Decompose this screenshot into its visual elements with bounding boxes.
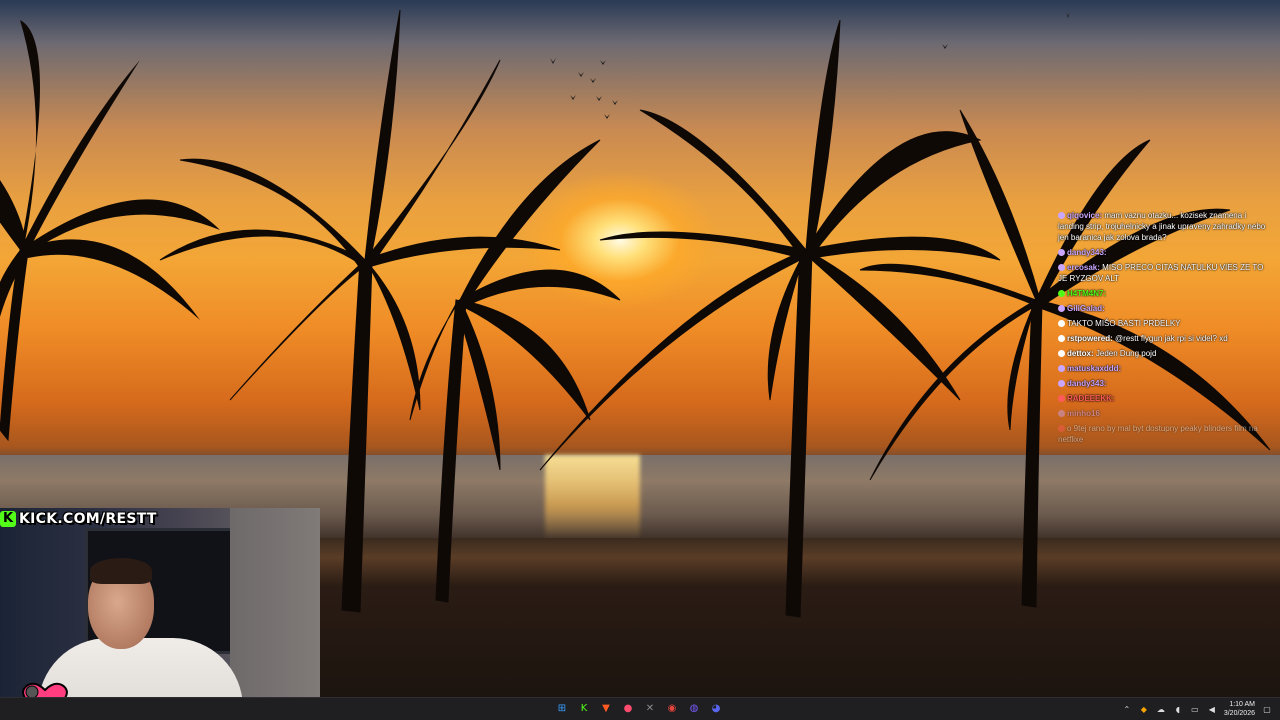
app-tray-icon[interactable]: ◆ — [1139, 704, 1149, 714]
chat-message: minho16 — [1058, 408, 1273, 419]
microphone-icon[interactable]: ◖ — [1173, 704, 1183, 714]
chat-message: GiliGalad: — [1058, 303, 1273, 314]
chat-badge-icon — [1058, 395, 1065, 402]
chevron-up-icon[interactable]: ⌃ — [1122, 704, 1132, 714]
chat-message: H4TM4N7: — [1058, 288, 1273, 299]
chat-message-text: o 9tej rano by mal byt dostupny peaky bl… — [1058, 424, 1258, 444]
chat-message: qiqovice: mam vaznu otazku... kozisek zn… — [1058, 210, 1273, 243]
kick-channel-banner: K KICK.COM/RESTT — [0, 509, 157, 529]
chat-overlay: qiqovice: mam vaznu otazku... kozisek zn… — [1058, 210, 1273, 449]
desktop-screen: qiqovice: mam vaznu otazku... kozisek zn… — [0, 0, 1280, 720]
chat-username[interactable]: H4TM4N7: — [1067, 289, 1106, 298]
cloud-icon[interactable]: ☁ — [1156, 704, 1166, 714]
chat-message: o 9tej rano by mal byt dostupny peaky bl… — [1058, 423, 1273, 445]
clock-date: 3/20/2026 — [1223, 710, 1255, 717]
kick-logo-icon: K — [0, 511, 16, 527]
background-wall — [230, 508, 320, 720]
chat-message-text: Jeden Dung pojd — [1095, 349, 1157, 358]
taskbar-clock[interactable]: 1:10 AM 3/20/2026 — [1224, 700, 1255, 718]
discord-app-icon[interactable]: ◕ — [708, 700, 724, 716]
chat-username[interactable]: GiliGalad: — [1067, 304, 1105, 313]
windows-taskbar: ⊞ K ▼ ● ✕ ◉ ◍ ◕ ⌃ ◆ ☁ ◖ ▭ ◀ 1:10 AM 3/20/2026 ▢ — [0, 697, 1280, 720]
chat-username[interactable]: dandy343: — [1067, 248, 1107, 257]
brave-browser-icon[interactable]: ▼ — [598, 700, 614, 716]
chat-username[interactable]: dettox: — [1067, 349, 1094, 358]
chat-badge-icon — [1058, 410, 1065, 417]
chrome-browser-icon[interactable]: ◉ — [664, 700, 680, 716]
chat-message: RADEEEKK: — [1058, 393, 1273, 404]
pin-app-icon[interactable]: ● — [620, 700, 636, 716]
taskbar-app-icons: ⊞ K ▼ ● ✕ ◉ ◍ ◕ — [554, 700, 724, 716]
chat-badge-icon — [1058, 335, 1065, 342]
chat-message: rstpowered: @restt flygun jak rpi si vid… — [1058, 333, 1273, 344]
webcam-feed — [0, 508, 320, 720]
chat-username[interactable]: matuskaxddd: — [1067, 364, 1121, 373]
chat-username[interactable]: ercosak: — [1067, 263, 1100, 272]
chat-message: dandy343: — [1058, 247, 1273, 258]
chat-badge-icon — [1058, 290, 1065, 297]
chat-badge-icon — [1058, 380, 1065, 387]
chat-username[interactable]: dandy343: — [1067, 379, 1107, 388]
chat-message: TAKTO MIŠO BASTI PRDELKY — [1058, 318, 1273, 329]
xbox-app-icon[interactable]: ✕ — [642, 700, 658, 716]
chat-badge-icon — [1058, 249, 1065, 256]
windows-start-icon[interactable]: ⊞ — [554, 700, 570, 716]
chat-username[interactable]: qiqovice: — [1067, 211, 1102, 220]
system-tray: ⌃ ◆ ☁ ◖ ▭ ◀ 1:10 AM 3/20/2026 ▢ — [1122, 700, 1272, 718]
chat-username[interactable]: minho16 — [1067, 409, 1100, 418]
chat-username[interactable]: RADEEEKK: — [1067, 394, 1115, 403]
obs-app-icon[interactable]: ◍ — [686, 700, 702, 716]
chat-badge-icon — [1058, 212, 1065, 219]
chat-message: ercosak: MISO PRECO CITAS NATULKU VIES Z… — [1058, 262, 1273, 284]
network-icon[interactable]: ▭ — [1190, 704, 1200, 714]
chat-badge-icon — [1058, 350, 1065, 357]
chat-badge-icon — [1058, 305, 1065, 312]
stream-url-label: KICK.COM/RESTT — [19, 511, 157, 527]
chat-message: dandy343: — [1058, 378, 1273, 389]
clock-time: 1:10 AM — [1229, 701, 1255, 708]
chat-badge-icon — [1058, 264, 1065, 271]
notification-bell-icon[interactable]: ▢ — [1262, 704, 1272, 714]
chat-badge-icon — [1058, 320, 1065, 327]
chat-message: matuskaxddd: — [1058, 363, 1273, 374]
chat-username[interactable]: rstpowered: — [1067, 334, 1113, 343]
volume-icon[interactable]: ◀ — [1207, 704, 1217, 714]
chat-message-text: TAKTO MIŠO BASTI PRDELKY — [1067, 319, 1181, 328]
chat-message: dettox: Jeden Dung pojd — [1058, 348, 1273, 359]
chat-badge-icon — [1058, 365, 1065, 372]
streamer-hair — [90, 558, 152, 584]
chat-badge-icon — [1058, 425, 1065, 432]
chat-message-text: @restt flygun jak rpi si videl? xd — [1115, 334, 1228, 343]
kick-app-icon[interactable]: K — [576, 700, 592, 716]
